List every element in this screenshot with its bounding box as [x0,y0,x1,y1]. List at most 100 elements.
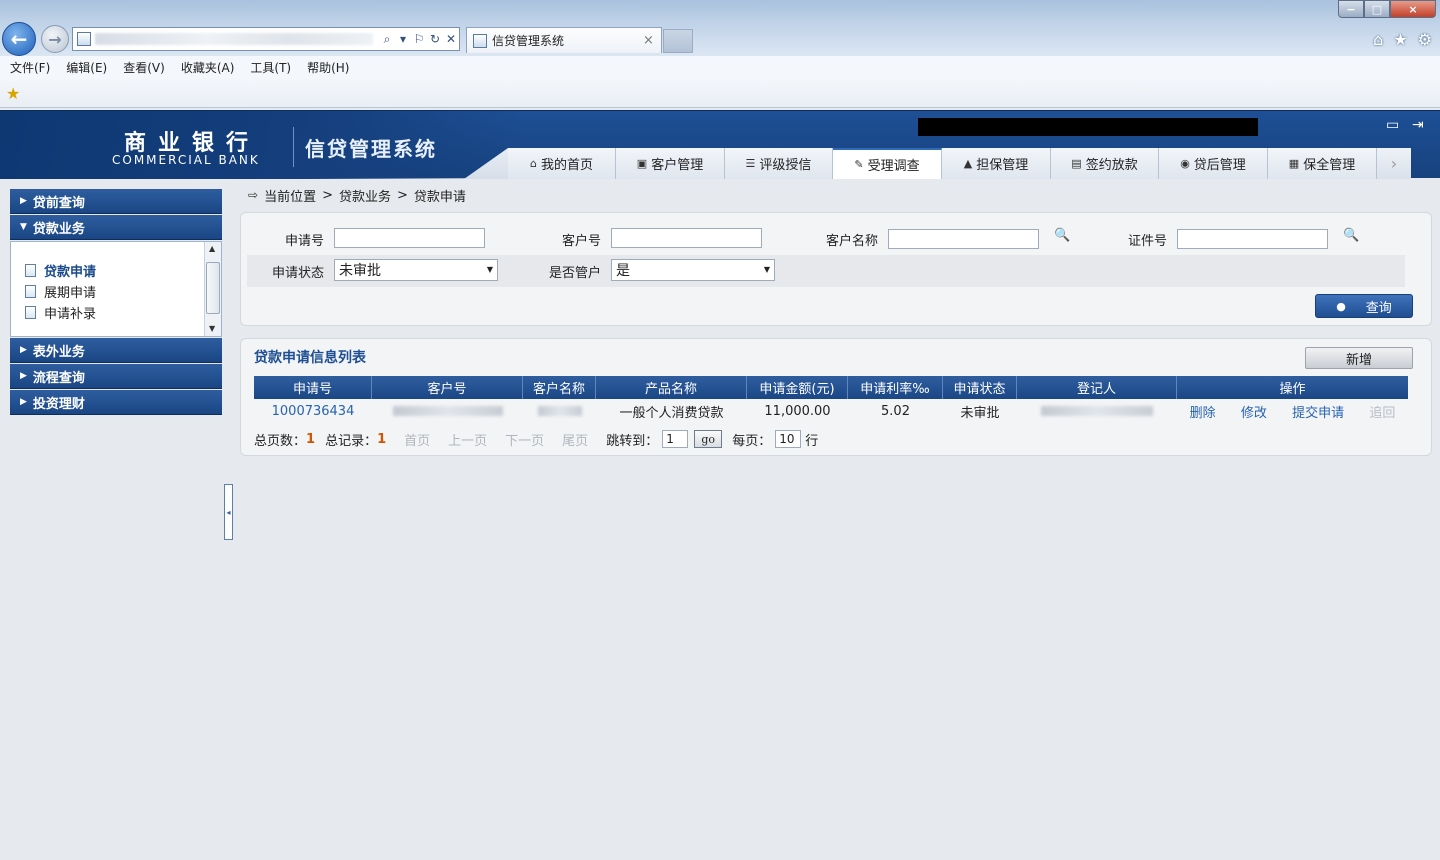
product-cell: 一般个人消费贷款 [619,405,724,421]
magnifier-icon: ● [1336,299,1346,313]
per-page-input[interactable]: 10 [775,430,802,448]
favorites-icon[interactable]: ★ [1393,30,1407,49]
menu-file[interactable]: 文件(F) [10,59,50,76]
total-pages-label: 总页数： [254,433,307,449]
sidebar-collapse-handle[interactable]: ◂ [224,484,233,540]
is-manager-select[interactable]: 是 ▼ [611,259,775,281]
app-no-input[interactable] [334,228,485,248]
edit-link[interactable]: 修改 [1241,402,1267,421]
app-no-cell[interactable]: 1000736434 [254,399,372,423]
column-header[interactable]: 申请号 [254,376,372,399]
tab-home[interactable]: ⌂ 我的首页 [508,148,616,179]
stop-icon[interactable]: ✕ [443,32,459,46]
total-records-value: 1 [377,431,387,447]
tab-customer-management[interactable]: ▣ 客户管理 [616,148,725,179]
browser-tab[interactable]: 信贷管理系统 × [466,27,662,53]
column-header[interactable]: 操作 [1177,376,1408,399]
add-favorite-star-icon[interactable]: ★ [6,84,20,103]
go-button[interactable]: go [694,430,723,448]
app-no-label: 申请号 [285,234,325,249]
tab-post-loan[interactable]: ◉ 贷后管理 [1159,148,1268,179]
column-header[interactable]: 客户号 [372,376,523,399]
nav-more-chevron-icon[interactable]: › [1377,148,1411,179]
menu-tools[interactable]: 工具(T) [250,59,291,76]
rate-cell: 5.02 [881,403,910,419]
close-window-button[interactable]: × [1390,0,1436,18]
address-url-redacted[interactable] [95,33,373,45]
sidebar-group-process-query[interactable]: ▶ 流程查询 [10,364,222,389]
column-header[interactable]: 申请利率‰ [848,376,943,399]
breadcrumb: ⇨ 当前位置 > 贷款业务 > 贷款申请 [248,186,466,205]
delete-link[interactable]: 删除 [1190,402,1216,421]
customer-no-input[interactable] [611,228,762,248]
sidebar-item-supplement-record[interactable]: 申请补录 [11,302,221,323]
home-icon[interactable]: ⌂ [1373,30,1383,49]
id-search-icon[interactable]: 🔍 [1343,228,1359,243]
customer-search-icon[interactable]: 🔍 [1054,228,1070,243]
user-info-redacted [918,118,1258,136]
menu-edit[interactable]: 编辑(E) [66,59,107,76]
logout-icon[interactable]: ⇥ [1412,117,1424,133]
column-header[interactable]: 产品名称 [596,376,747,399]
forward-button[interactable]: → [41,25,69,53]
chevron-down-icon: ▼ [763,265,770,274]
sidebar-scrollbar[interactable]: ▲ ▼ [204,242,221,336]
new-tab-button[interactable] [663,29,693,53]
sidebar-group-off-balance[interactable]: ▶ 表外业务 [10,338,222,363]
tab-preservation[interactable]: ▦ 保全管理 [1268,148,1377,179]
submit-application-link[interactable]: 提交申请 [1292,402,1344,421]
compatibility-icon[interactable]: ⚐ [411,32,427,46]
tools-gear-icon[interactable]: ⚙ [1418,30,1432,49]
column-header[interactable]: 客户名称 [523,376,596,399]
sidebar-item-loan-application[interactable]: 贷款申请 [11,260,221,281]
sidebar-group-preloan-query[interactable]: ▶ 贷前查询 [10,189,222,214]
column-header[interactable]: 登记人 [1017,376,1177,399]
minimize-button[interactable]: − [1338,0,1364,18]
sidebar-group-loan-business[interactable]: ▼ 贷款业务 [10,215,222,240]
search-panel: 申请号 客户号 客户名称 🔍 证件号 🔍 申请状态 未审批 ▼ 是否管户 是 ▼… [240,212,1432,326]
tab-acceptance-investigation[interactable]: ✎ 受理调查 [833,148,942,179]
first-page-link: 首页 [404,433,431,449]
scrollbar-thumb[interactable] [206,262,220,314]
jump-label: 跳转到： [606,433,659,449]
back-button[interactable]: ← [2,22,36,56]
tab-guarantee-management[interactable]: ▲ 担保管理 [942,148,1051,179]
scroll-down-icon[interactable]: ▼ [209,324,215,333]
tab-contract-disbursement[interactable]: ▤ 签约放款 [1051,148,1159,179]
per-page-label: 每页： [732,433,772,449]
customer-name-cell-redacted [523,399,596,423]
address-bar[interactable]: ⌕ ▾ ⚐ ↻ ✕ [72,27,460,51]
forward-arrow-icon: → [48,29,62,49]
tab-rating-credit[interactable]: ☰ 评级授信 [725,148,833,179]
column-header[interactable]: 申请状态 [943,376,1017,399]
window-controls: − □ × [1338,0,1436,18]
sidebar-item-extension-application[interactable]: 展期申请 [11,281,221,302]
jump-page-input[interactable]: 1 [662,430,689,448]
table-header: 申请号 客户号 客户名称 产品名称 申请金额(元) 申请利率‰ 申请状态 登记人… [254,376,1408,399]
menu-bar: 文件(F) 编辑(E) 查看(V) 收藏夹(A) 工具(T) 帮助(H) [0,56,1440,78]
status-select[interactable]: 未审批 ▼ [334,259,498,281]
tab-close-icon[interactable]: × [643,33,661,48]
monitor-icon[interactable]: ▭ [1386,117,1399,133]
breadcrumb-separator: > [322,187,333,203]
column-header[interactable]: 申请金额(元) [747,376,848,399]
add-button[interactable]: 新增 [1305,347,1413,369]
actions-cell: 删除 修改 提交申请 追回 [1177,399,1408,423]
search-icon[interactable]: ⌕ [379,32,395,47]
customer-card-icon: ▣ [636,157,648,170]
maximize-button[interactable]: □ [1364,0,1390,18]
query-button[interactable]: ● 查询 [1315,294,1413,318]
scroll-up-icon[interactable]: ▲ [209,244,215,253]
tab-label: 保全管理 [1303,158,1356,173]
menu-view[interactable]: 查看(V) [123,59,165,76]
query-button-label: 查询 [1365,300,1392,316]
sidebar-group-investment[interactable]: ▶ 投资理财 [10,390,222,415]
dropdown-icon[interactable]: ▾ [395,32,411,46]
id-no-input[interactable] [1177,229,1328,249]
menu-favorites[interactable]: 收藏夹(A) [181,59,235,76]
menu-help[interactable]: 帮助(H) [307,59,349,76]
is-manager-selected-value: 是 [616,263,630,279]
customer-name-input[interactable] [888,229,1039,249]
refresh-icon[interactable]: ↻ [427,32,443,46]
recall-link: 追回 [1369,405,1396,421]
